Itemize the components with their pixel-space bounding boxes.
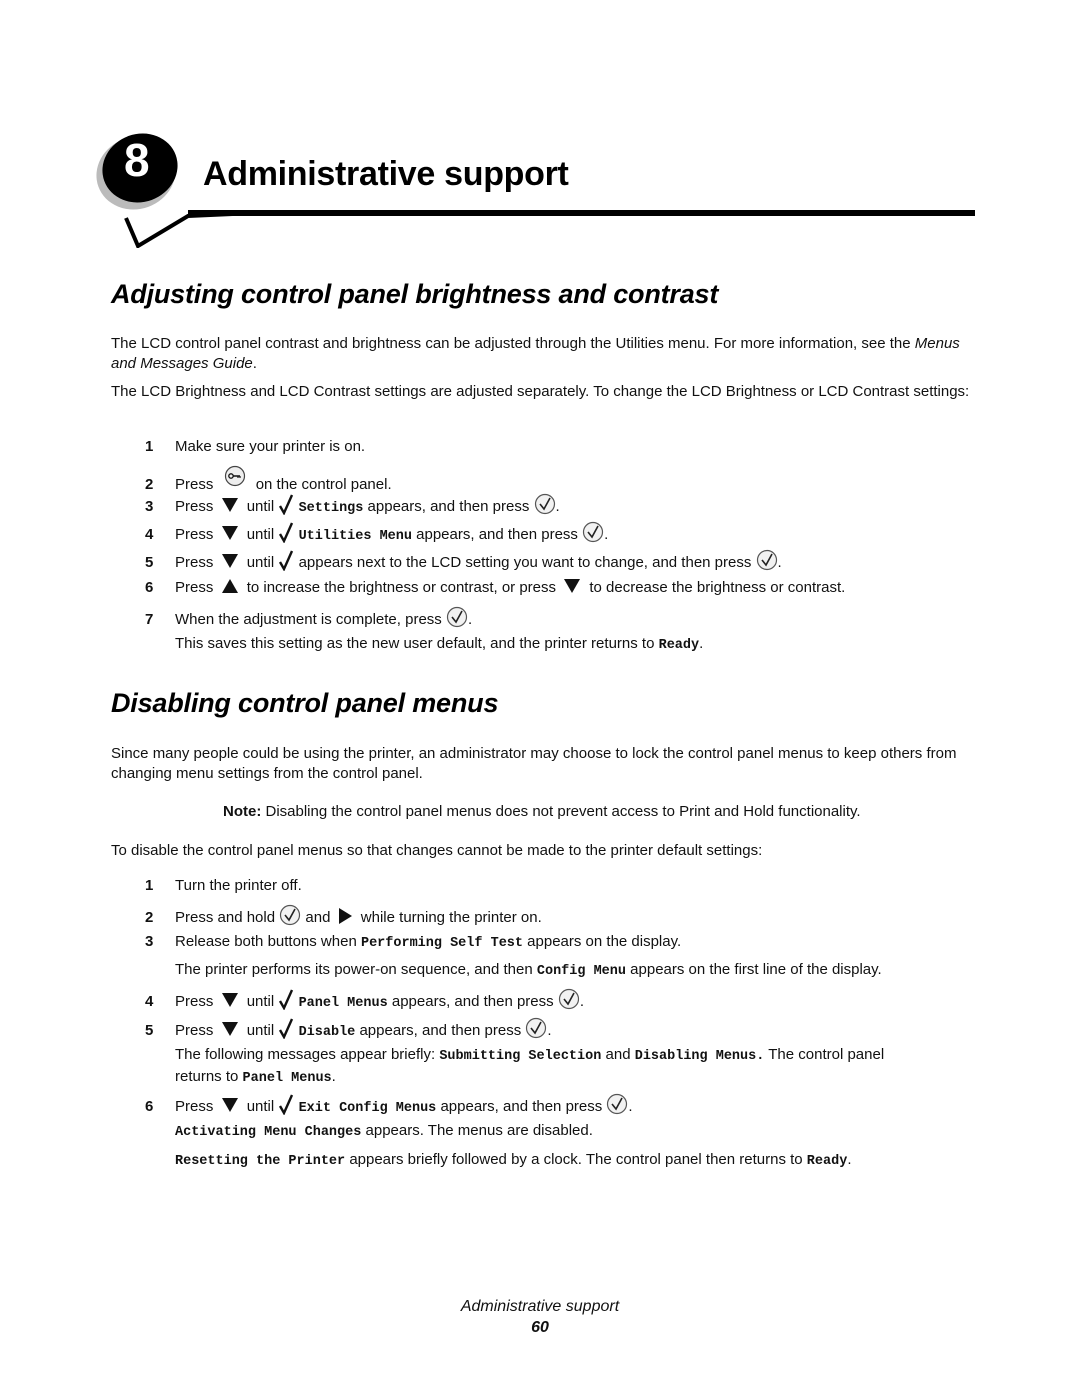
down-arrow-button-icon (221, 1098, 238, 1112)
note-label: Note: (223, 803, 262, 820)
step-item: 3 Release both buttons when Performing Se… (145, 933, 682, 951)
chapter-title: Administrative support (203, 155, 569, 193)
select-button-icon (756, 549, 777, 571)
step-item: 1 Turn the printer off. (145, 877, 302, 894)
step-item: 2 Press and hold and while turning the pr… (145, 904, 542, 927)
section-heading-disabling: Disabling control panel menus (111, 688, 499, 718)
down-arrow-button-icon (221, 498, 238, 512)
step-item: 5 Press until Disable appears, and then p… (145, 1017, 552, 1042)
footer-title: Administrative support (460, 1298, 620, 1315)
select-button-icon (607, 1093, 628, 1115)
section1-intro: The LCD control panel contrast and brigh… (111, 335, 960, 372)
up-arrow-button-icon (221, 579, 238, 593)
down-arrow-button-icon (221, 526, 238, 540)
select-button-icon (526, 1017, 547, 1039)
checkmark-icon (279, 1018, 294, 1039)
select-button-icon (534, 493, 555, 515)
step-item: 1 Make sure your printer is on. (145, 438, 366, 455)
page-number: 60 (531, 1319, 549, 1336)
checkmark-icon (279, 989, 294, 1010)
step-note: This saves this setting as the new user … (175, 635, 704, 653)
step-item: 7 When the adjustment is complete, press … (145, 606, 472, 629)
step-item: 4 Press until Utilities Menu appears, and… (145, 521, 608, 546)
step-item: 2 Press on the control panel. (145, 465, 392, 494)
checkmark-icon (279, 494, 294, 515)
step-item: 3 Press until Settings appears, and then … (145, 493, 560, 518)
note: Note: Disabling the control panel menus … (223, 803, 861, 820)
step-note: Resetting the Printer appears briefly fo… (175, 1151, 852, 1169)
step-note: The printer performs its power-on sequen… (175, 961, 882, 979)
select-button-icon (583, 521, 604, 543)
chapter-rule (188, 210, 975, 216)
chapter-number: 8 (124, 134, 150, 186)
step-item: 6 Press until Exit Config Menus appears, … (145, 1093, 633, 1118)
down-arrow-button-icon (221, 993, 238, 1007)
select-button-icon (558, 988, 579, 1010)
step-note: The following messages appear briefly: S… (175, 1046, 885, 1086)
right-arrow-button-icon (338, 908, 352, 924)
section2-intro: Since many people could be using the pri… (111, 745, 957, 782)
checkmark-icon (279, 1094, 294, 1115)
select-button-icon (280, 904, 301, 926)
section-heading-brightness: Adjusting control panel brightness and c… (111, 279, 719, 309)
menu-key-button-icon (224, 465, 245, 487)
step-note: Activating Menu Changes appears. The men… (175, 1122, 593, 1140)
down-arrow-button-icon (564, 579, 581, 593)
checkmark-icon (279, 550, 294, 571)
step-item: 4 Press until Panel Menus appears, and th… (145, 988, 584, 1013)
down-arrow-button-icon (221, 554, 238, 568)
step-item: 5 Press until appears next to the LCD set… (145, 549, 782, 572)
select-button-icon (446, 606, 468, 628)
down-arrow-button-icon (221, 1022, 238, 1036)
section2-lead: To disable the control panel menus so th… (111, 842, 763, 859)
checkmark-icon (279, 522, 294, 543)
step-item: 6 Press to increase the brightness or con… (145, 579, 846, 596)
section1-intro-2: The LCD Brightness and LCD Contrast sett… (111, 383, 970, 400)
